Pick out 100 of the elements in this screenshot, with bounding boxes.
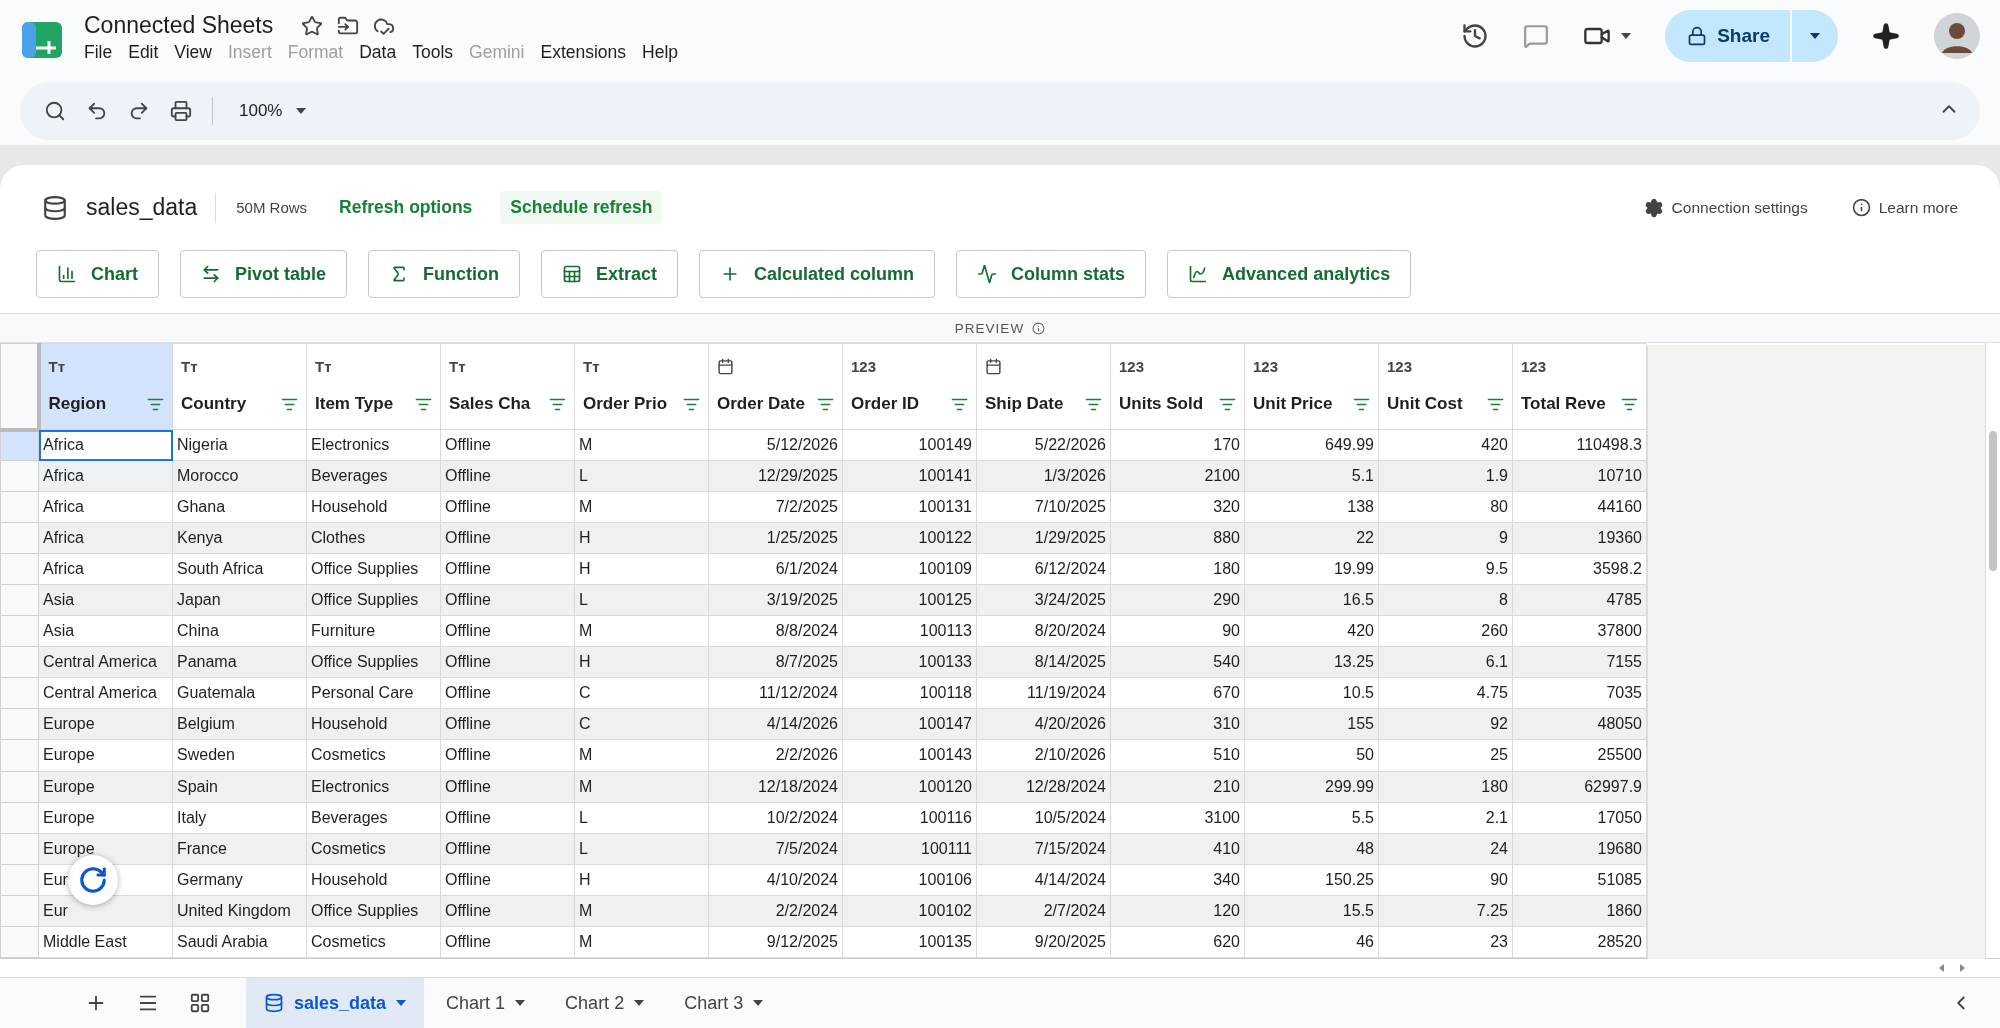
table-cell: 5.5 — [1244, 802, 1379, 834]
action-button[interactable]: Function — [368, 250, 521, 298]
table-cell: 310 — [1110, 708, 1245, 740]
column-name: Ship Date — [985, 394, 1064, 414]
action-button[interactable]: Column stats — [956, 250, 1147, 298]
column-header[interactable]: Tт Sales Cha — [440, 343, 575, 430]
menu-item[interactable]: Data — [351, 39, 405, 66]
table-cell: 92 — [1378, 708, 1513, 740]
menu-item[interactable]: Extensions — [532, 39, 635, 66]
column-header[interactable]: Tт Country — [172, 343, 307, 430]
row-header[interactable] — [0, 926, 39, 958]
column-name: Order ID — [851, 394, 920, 414]
column-header[interactable]: Order Date — [708, 343, 843, 430]
table-cell: 9/12/2025 — [708, 926, 843, 958]
table-cell: 12/18/2024 — [708, 771, 843, 803]
table-cell: 4/20/2026 — [976, 708, 1111, 740]
action-button[interactable]: Extract — [541, 250, 679, 298]
column-header[interactable]: 123 Units Sold — [1110, 343, 1245, 430]
row-header[interactable] — [0, 864, 39, 896]
table-cell: L — [574, 833, 709, 865]
table-cell: 100118 — [842, 677, 977, 709]
caret-icon — [1810, 33, 1820, 39]
row-header[interactable] — [0, 460, 39, 492]
star-icon — [301, 14, 324, 37]
table-cell: Kenya — [172, 522, 307, 554]
sheet-tab[interactable]: Chart 1 — [424, 978, 544, 1028]
column-header[interactable]: 123 Total Reve — [1512, 343, 1647, 430]
refresh-link[interactable]: Refresh options — [329, 191, 483, 224]
menu-item[interactable]: Help — [634, 39, 687, 66]
column-name: Total Reve — [1521, 394, 1606, 414]
sheet-tab[interactable]: Chart 2 — [543, 978, 663, 1028]
column-header[interactable]: 123 Unit Price — [1244, 343, 1379, 430]
menu-item[interactable]: Tools — [404, 39, 462, 66]
table-cell: M — [574, 771, 709, 803]
column-header[interactable]: Tт Item Type — [306, 343, 441, 430]
share-button[interactable]: Share — [1665, 10, 1790, 62]
sheet-tab[interactable]: sales_data — [246, 978, 425, 1028]
table-cell: Europe — [38, 739, 173, 771]
table-cell: 2/10/2026 — [976, 739, 1111, 771]
action-button[interactable]: Pivot table — [180, 250, 348, 298]
column-header[interactable]: 123 Unit Cost — [1378, 343, 1513, 430]
row-header[interactable] — [0, 677, 39, 709]
column-header[interactable]: Tт Order Prio — [574, 343, 709, 430]
learn-more-link[interactable]: Learn more — [1851, 198, 1958, 217]
row-header[interactable] — [0, 771, 39, 803]
table-cell: Africa — [38, 491, 173, 523]
row-header[interactable] — [0, 491, 39, 523]
table-cell: 8/20/2024 — [976, 615, 1111, 647]
column-name: Order Prio — [583, 394, 668, 414]
table-cell: Central America — [38, 646, 173, 678]
row-header[interactable] — [0, 584, 39, 616]
table-cell: 23 — [1378, 926, 1513, 958]
row-header[interactable] — [0, 895, 39, 927]
app-logo[interactable] — [22, 22, 62, 58]
row-header[interactable] — [0, 802, 39, 834]
action-button[interactable]: Advanced analytics — [1167, 250, 1412, 298]
table-cell: H — [574, 646, 709, 678]
column-header[interactable]: 123 Order ID — [842, 343, 977, 430]
table-cell: 3/19/2025 — [708, 584, 843, 616]
table-cell: 19.99 — [1244, 553, 1379, 585]
column-header[interactable]: Tт Region — [38, 343, 173, 430]
table-cell: Asia — [38, 584, 173, 616]
row-header[interactable] — [0, 522, 39, 554]
share-dropdown[interactable] — [1792, 10, 1838, 62]
menu-item[interactable]: File — [76, 39, 121, 66]
action-button[interactable]: Calculated column — [699, 250, 936, 298]
connection-settings-link[interactable]: Connection settings — [1643, 197, 1808, 218]
refresh-link[interactable]: Schedule refresh — [500, 191, 663, 224]
row-header[interactable] — [0, 708, 39, 740]
table-cell: 7/5/2024 — [708, 833, 843, 865]
zoom-select[interactable]: 100% — [233, 101, 313, 121]
menu-item[interactable]: Edit — [120, 39, 167, 66]
document-title[interactable]: Connected Sheets — [84, 12, 274, 39]
table-cell: Middle East — [38, 926, 173, 958]
column-header[interactable]: Ship Date — [976, 343, 1111, 430]
row-header[interactable] — [0, 833, 39, 865]
table-cell: 290 — [1110, 584, 1245, 616]
type-label: 123 — [1119, 357, 1145, 375]
table-cell: 100147 — [842, 708, 977, 740]
table-cell: 260 — [1378, 615, 1513, 647]
table-cell: Ghana — [172, 491, 307, 523]
table-cell: 24 — [1378, 833, 1513, 865]
table-cell: M — [574, 491, 709, 523]
table-cell: 48 — [1244, 833, 1379, 865]
avatar[interactable] — [1934, 13, 1980, 59]
scrollbar-thumb[interactable] — [1989, 431, 1997, 571]
menu-item[interactable]: View — [166, 39, 220, 66]
action-button[interactable]: Chart — [36, 250, 159, 298]
row-header[interactable] — [0, 553, 39, 585]
row-header[interactable] — [0, 739, 39, 771]
settings-icon — [1643, 197, 1664, 218]
info-icon — [1032, 321, 1046, 335]
table-cell: 150.25 — [1244, 864, 1379, 896]
row-header[interactable] — [0, 615, 39, 647]
table-cell: 1860 — [1512, 895, 1647, 927]
column-name: Region — [48, 394, 107, 414]
sheet-tab[interactable]: Chart 3 — [662, 978, 782, 1028]
table-cell: Asia — [38, 615, 173, 647]
preview-label: PREVIEW — [954, 320, 1025, 336]
row-header[interactable] — [0, 646, 39, 678]
